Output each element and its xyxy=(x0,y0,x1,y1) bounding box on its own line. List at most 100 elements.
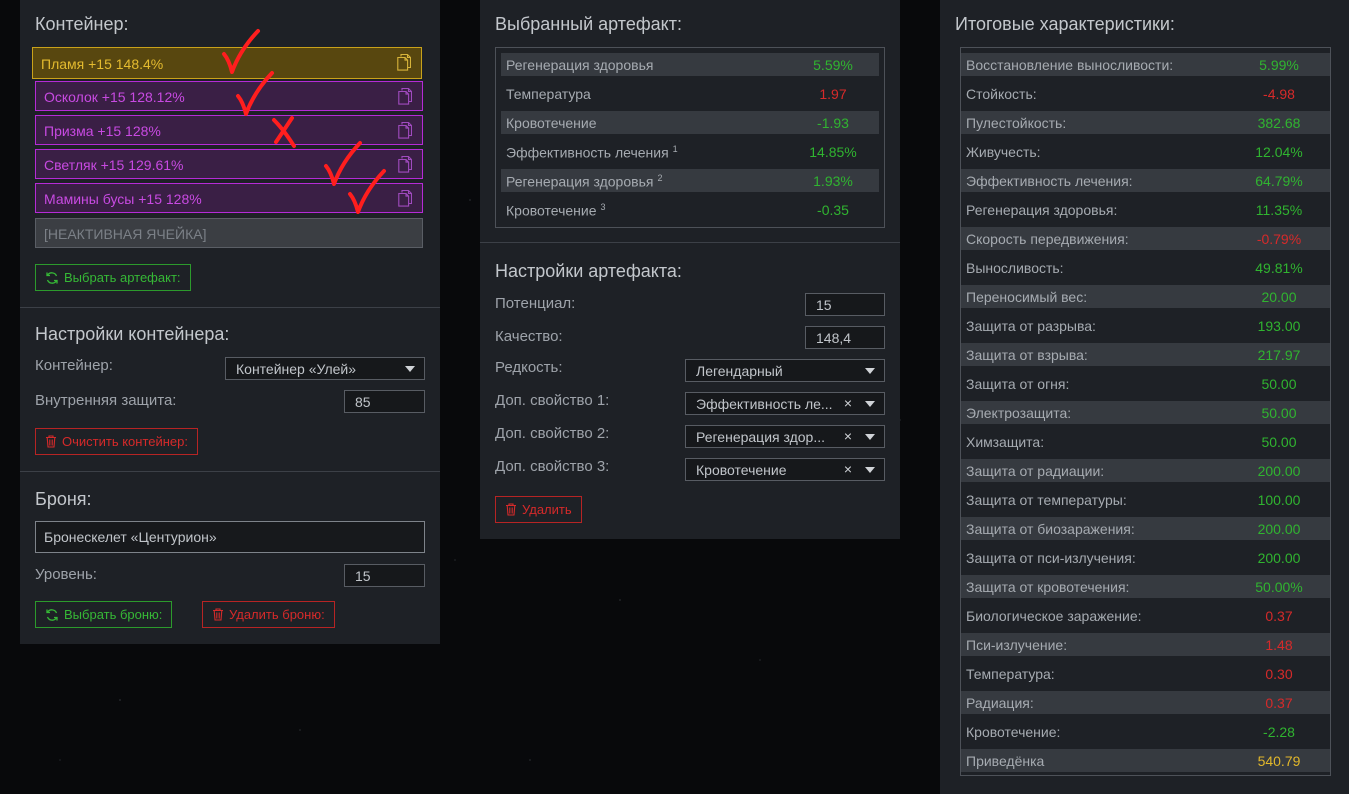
stat-value: 5.59% xyxy=(813,57,853,73)
stat-name: Защита от разрыва: xyxy=(966,318,1096,334)
chevron-down-icon xyxy=(405,366,415,372)
total-stat-row: Выносливость: 49.81% xyxy=(961,256,1330,279)
stat-name-text: Регенерация здоровья xyxy=(506,173,654,190)
total-stat-row: Защита от радиации: 200.00 xyxy=(961,459,1330,482)
quality-input[interactable]: 148,4 xyxy=(805,326,885,349)
stat-value: 5.99% xyxy=(1259,57,1299,73)
delete-artifact-button[interactable]: Удалить xyxy=(495,496,582,523)
stat-value: 200.00 xyxy=(1257,463,1301,479)
stat-value: 11.35% xyxy=(1255,202,1303,218)
totals-panel: Итоговые характеристики: Восстановление … xyxy=(940,0,1349,794)
artifact-slot[interactable]: [НЕАКТИВНАЯ ЯЧЕЙКА] xyxy=(35,218,423,248)
stat-value: 0.30 xyxy=(1265,666,1293,682)
extra1-select[interactable]: Эффективность ле... × xyxy=(685,392,885,415)
stat-name: Защита от биозаражения: xyxy=(966,521,1135,537)
extra2-label: Доп. свойство 2: xyxy=(495,425,610,442)
inner-protection-label: Внутренняя защита: xyxy=(35,392,177,409)
chevron-down-icon xyxy=(865,401,875,407)
clear-icon[interactable]: × xyxy=(844,461,852,477)
trash-icon xyxy=(506,503,516,516)
stat-name: Приведёнка xyxy=(966,753,1045,769)
potential-label: Потенциал: xyxy=(495,295,576,312)
total-stat-row: Регенерация здоровья: 11.35% xyxy=(961,198,1330,221)
rarity-value: Легендарный xyxy=(696,363,783,379)
stat-value: 14.85% xyxy=(809,144,857,160)
stat-name: Регенерация здоровья: xyxy=(966,202,1118,218)
total-stat-row: Эффективность лечения: 64.79% xyxy=(961,169,1330,192)
stat-name: Восстановление выносливости: xyxy=(966,57,1174,73)
stat-value: 200.00 xyxy=(1257,521,1301,537)
stat-sup: 1 xyxy=(672,144,678,154)
extra3-select[interactable]: Кровотечение × xyxy=(685,458,885,481)
extra3-value: Кровотечение xyxy=(696,462,787,478)
copy-icon[interactable] xyxy=(398,121,412,139)
stat-value: 64.79% xyxy=(1255,173,1303,189)
rarity-select[interactable]: Легендарный xyxy=(685,359,885,382)
clear-container-button[interactable]: Очистить контейнер: xyxy=(35,428,198,455)
stat-name: Пулестойкость: xyxy=(966,115,1067,131)
stat-value: 50.00 xyxy=(1261,376,1297,392)
stat-name: Скорость передвижения: xyxy=(966,231,1129,247)
cross-mark-icon xyxy=(272,116,296,148)
stat-value: 50.00% xyxy=(1255,579,1303,595)
container-title: Контейнер: xyxy=(35,14,129,34)
total-stat-row: Защита от пси-излучения: 200.00 xyxy=(961,546,1330,569)
totals-title: Итоговые характеристики: xyxy=(955,14,1175,34)
armor-level-label: Уровень: xyxy=(35,566,97,583)
stat-name: Живучесть: xyxy=(966,144,1041,160)
total-stat-row: Приведёнка 540.79 xyxy=(961,749,1330,772)
copy-icon[interactable] xyxy=(398,189,412,207)
total-stat-row: Пси-излучение: 1.48 xyxy=(961,633,1330,656)
stat-value: 200.00 xyxy=(1257,550,1301,566)
extra2-select[interactable]: Регенерация здор... × xyxy=(685,425,885,448)
artifact-stat-row: Эффективность лечения 1 14.85% xyxy=(501,140,879,163)
artifact-slot[interactable]: Осколок +15 128.12% xyxy=(35,81,423,111)
container-select-value: Контейнер «Улей» xyxy=(236,361,357,377)
copy-icon[interactable] xyxy=(397,53,411,71)
total-stat-row: Стойкость: -4.98 xyxy=(961,82,1330,105)
copy-icon[interactable] xyxy=(398,155,412,173)
stat-name: Стойкость: xyxy=(966,86,1037,102)
stat-value: -1.93 xyxy=(817,115,849,131)
stat-name-text: Температура xyxy=(506,86,591,102)
stat-value: 540.79 xyxy=(1257,753,1301,769)
extra2-value: Регенерация здор... xyxy=(696,429,826,445)
trash-icon xyxy=(213,608,223,621)
artifact-slot-label: [НЕАКТИВНАЯ ЯЧЕЙКА] xyxy=(44,226,207,242)
stat-sup: 3 xyxy=(600,202,606,212)
armor-level-input[interactable]: 15 xyxy=(344,564,425,587)
clear-icon[interactable]: × xyxy=(844,395,852,411)
stat-name: Защита от огня: xyxy=(966,376,1070,392)
stat-value: 20.00 xyxy=(1261,289,1297,305)
divider xyxy=(20,471,440,472)
stat-value: 382.68 xyxy=(1257,115,1301,131)
total-stat-row: Защита от биозаражения: 200.00 xyxy=(961,517,1330,540)
stat-name: Температура xyxy=(506,86,591,102)
divider xyxy=(20,307,440,308)
select-armor-button[interactable]: Выбрать броню: xyxy=(35,601,173,628)
stat-name: Эффективность лечения: xyxy=(966,173,1133,189)
stat-name: Кровотечение 3 xyxy=(506,202,606,219)
stat-value: 0.37 xyxy=(1265,695,1293,711)
inner-protection-input[interactable]: 85 xyxy=(344,390,425,413)
stat-value: -2.28 xyxy=(1263,724,1295,740)
clear-container-label: Очистить контейнер: xyxy=(62,434,188,449)
artifact-slot-label: Мамины бусы +15 128% xyxy=(44,191,202,207)
stat-name: Регенерация здоровья 2 xyxy=(506,173,662,190)
container-select[interactable]: Контейнер «Улей» xyxy=(225,357,425,380)
stat-name: Пси-излучение: xyxy=(966,637,1068,653)
stat-name: Выносливость: xyxy=(966,260,1064,276)
select-artifact-button[interactable]: Выбрать артефакт: xyxy=(35,264,191,291)
artifact-slot-label: Осколок +15 128.12% xyxy=(44,89,185,105)
stat-name: Защита от температуры: xyxy=(966,492,1127,508)
quality-label: Качество: xyxy=(495,328,563,345)
copy-icon[interactable] xyxy=(398,87,412,105)
armor-name-field[interactable]: Бронескелет «Центурион» xyxy=(35,521,425,553)
potential-input[interactable]: 15 xyxy=(805,293,885,316)
delete-armor-button[interactable]: Удалить броню: xyxy=(202,601,335,628)
armor-title: Броня: xyxy=(35,489,92,509)
clear-icon[interactable]: × xyxy=(844,428,852,444)
rarity-label: Редкость: xyxy=(495,359,563,376)
stat-name: Защита от кровотечения: xyxy=(966,579,1130,595)
artifact-stat-row: Кровотечение 3 -0.35 xyxy=(501,198,879,221)
